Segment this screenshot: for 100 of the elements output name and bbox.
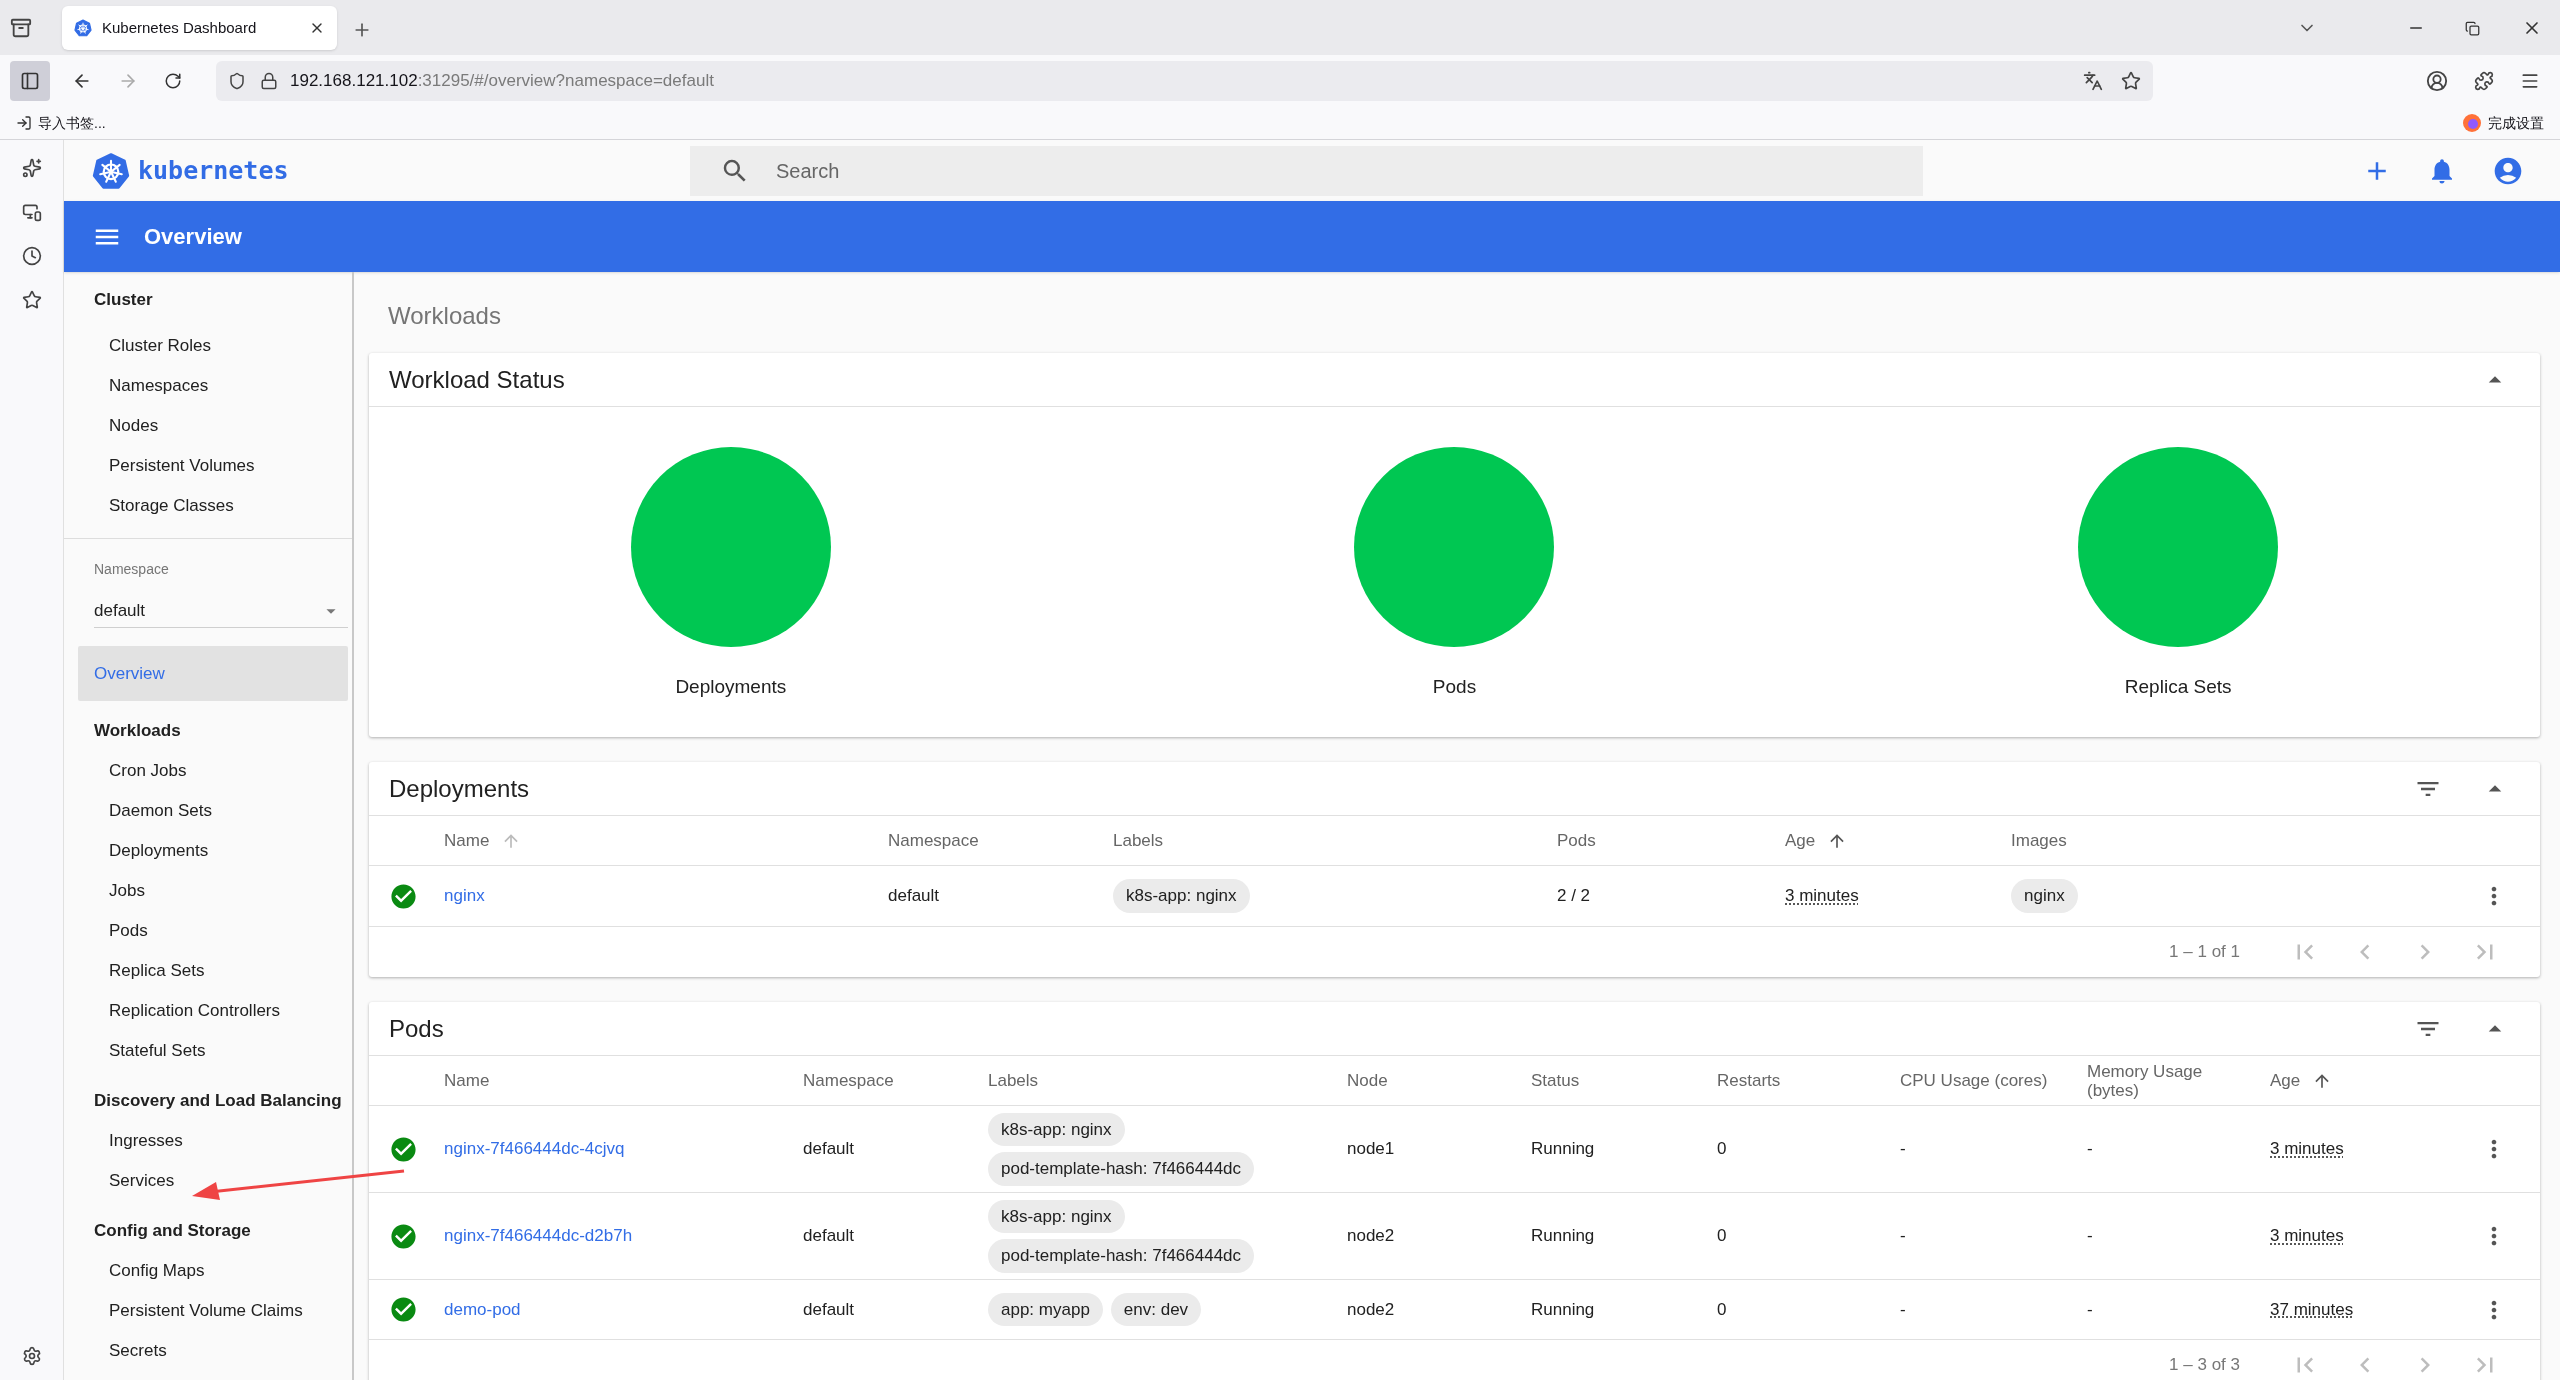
nav-item[interactable]: Secrets xyxy=(78,1331,348,1371)
import-icon[interactable] xyxy=(16,115,32,131)
column-header[interactable]: Node xyxy=(1347,1071,1388,1090)
bookmark-star-icon[interactable] xyxy=(2121,71,2141,91)
table-cell: - xyxy=(2087,1226,2093,1246)
section-header: Discovery and Load Balancing xyxy=(93,1090,343,1112)
sparkle-icon[interactable] xyxy=(21,158,42,178)
name-link[interactable]: nginx-7f466444dc-d2b7h xyxy=(444,1226,633,1246)
section-header: Cluster xyxy=(94,289,154,311)
tab-favicon-icon xyxy=(74,19,92,37)
column-header[interactable]: Name xyxy=(444,1071,490,1090)
menu-icon[interactable] xyxy=(2520,71,2540,91)
table-cell: - xyxy=(1900,1139,1906,1159)
translate-icon[interactable] xyxy=(2083,71,2103,91)
name-link[interactable]: demo-pod xyxy=(444,1299,521,1319)
shield-icon[interactable] xyxy=(228,72,246,90)
label-chip: k8s-app: nginx xyxy=(988,1199,1125,1233)
card-title: Pods xyxy=(389,1013,445,1044)
table-cell: default xyxy=(803,1299,855,1319)
table-cell: Running xyxy=(1531,1299,1595,1319)
nav-item[interactable]: Services xyxy=(78,1161,348,1201)
table-cell: - xyxy=(1900,1299,1906,1319)
nav-item[interactable]: Persistent Volume Claims xyxy=(78,1291,348,1331)
column-header[interactable]: Age xyxy=(1785,831,1816,850)
age-cell: 3 minutes xyxy=(2270,1139,2344,1159)
name-link[interactable]: nginx-7f466444dc-4cjvq xyxy=(444,1139,625,1159)
sidebar-icon[interactable] xyxy=(20,71,40,91)
table-cell: Running xyxy=(1531,1226,1595,1246)
page-range: 1 – 3 of 3 xyxy=(2169,1354,2240,1377)
column-header[interactable]: Namespace xyxy=(888,831,979,850)
nav-item[interactable]: Deployments xyxy=(78,831,348,871)
overview-link[interactable]: Overview xyxy=(78,646,348,701)
table-cell: Running xyxy=(1531,1139,1595,1159)
label-chip: app: myapp xyxy=(988,1292,1103,1327)
age-cell: 37 minutes xyxy=(2270,1299,2354,1319)
table-cell: 0 xyxy=(1717,1299,1727,1319)
section-header: Workloads xyxy=(93,720,182,742)
column-header[interactable]: Memory Usage (bytes) xyxy=(2087,1061,2247,1100)
restore-icon[interactable] xyxy=(2465,21,2480,36)
section-title: Workloads xyxy=(387,300,502,331)
settings-icon[interactable] xyxy=(21,1346,42,1366)
nav-item[interactable]: Cron Jobs xyxy=(78,751,348,791)
history-icon[interactable] xyxy=(21,246,42,266)
table-cell: 0 xyxy=(1717,1226,1727,1246)
column-header[interactable]: Labels xyxy=(988,1071,1039,1090)
bookmark-link[interactable]: 导入书签... xyxy=(38,112,106,134)
sidebar-toggle-button[interactable] xyxy=(10,61,50,101)
column-header[interactable]: Restarts xyxy=(1717,1071,1781,1090)
label-chip: pod-template-hash: 7f466444dc xyxy=(988,1152,1255,1186)
column-header[interactable]: Name xyxy=(444,831,490,850)
nav-item[interactable]: Nodes xyxy=(94,406,352,446)
age-cell: 3 minutes xyxy=(1785,886,1859,906)
table-cell: default xyxy=(803,1139,855,1159)
column-header[interactable]: Status xyxy=(1531,1071,1580,1090)
search-field[interactable]: Search xyxy=(690,145,1923,196)
nav-item[interactable]: Namespaces xyxy=(94,366,352,406)
card-title: Workload Status xyxy=(389,364,566,395)
chart-label: Pods xyxy=(1432,675,1477,699)
table-cell: node1 xyxy=(1347,1139,1395,1159)
nav-item[interactable]: Replica Sets xyxy=(78,951,348,991)
column-header[interactable]: Labels xyxy=(1113,831,1164,850)
nav-item[interactable]: Jobs xyxy=(78,871,348,911)
table-cell: node2 xyxy=(1347,1299,1395,1319)
column-header[interactable]: Age xyxy=(2270,1071,2301,1090)
nav-item[interactable]: Persistent Volumes xyxy=(94,446,352,486)
nav-item[interactable]: Storage Classes xyxy=(94,486,352,526)
tab-overview-icon[interactable] xyxy=(10,17,32,39)
name-link[interactable]: nginx xyxy=(444,886,485,906)
column-header[interactable]: CPU Usage (cores) xyxy=(1900,1071,2048,1090)
lock-icon[interactable] xyxy=(260,72,278,90)
address-bar[interactable]: 192.168.121.102:31295/#/overview?namespace=default xyxy=(216,61,2153,101)
table-cell: default xyxy=(803,1226,855,1246)
star-icon[interactable] xyxy=(21,290,42,310)
nav-item[interactable]: Ingresses xyxy=(78,1121,348,1161)
account-icon[interactable] xyxy=(2426,70,2448,92)
nav-item[interactable]: Config Maps xyxy=(78,1251,348,1291)
nav-item[interactable]: Daemon Sets xyxy=(78,791,348,831)
label-chip: k8s-app: nginx xyxy=(1113,879,1250,913)
kubernetes-logo-icon xyxy=(92,151,130,190)
chart-label: Replica Sets xyxy=(2124,675,2232,699)
nav-item[interactable]: Pods xyxy=(78,911,348,951)
table-cell: 2 / 2 xyxy=(1557,886,1591,906)
setup-link[interactable]: 完成设置 xyxy=(2488,112,2544,134)
label-chip: pod-template-hash: 7f466444dc xyxy=(988,1239,1255,1273)
reload-icon[interactable] xyxy=(164,72,182,90)
browser-tab[interactable]: Kubernetes Dashboard xyxy=(62,6,337,50)
nav-item[interactable]: Cluster Roles xyxy=(94,326,352,366)
brand-name: kubernetes xyxy=(138,154,290,187)
section-header: Config and Storage xyxy=(93,1220,252,1242)
namespace-select[interactable]: default xyxy=(94,594,348,628)
label-chip: nginx xyxy=(2011,879,2078,913)
column-header[interactable]: Pods xyxy=(1557,831,1596,850)
extensions-icon[interactable] xyxy=(2474,71,2494,91)
nav-item[interactable]: Replication Controllers xyxy=(78,991,348,1031)
card-title: Deployments xyxy=(389,773,531,804)
column-header[interactable]: Namespace xyxy=(803,1071,894,1090)
devices-icon[interactable] xyxy=(21,202,42,222)
column-header[interactable]: Images xyxy=(2011,831,2067,850)
nav-item[interactable]: Stateful Sets xyxy=(78,1031,348,1071)
label-chip: env: dev xyxy=(1110,1292,1202,1327)
